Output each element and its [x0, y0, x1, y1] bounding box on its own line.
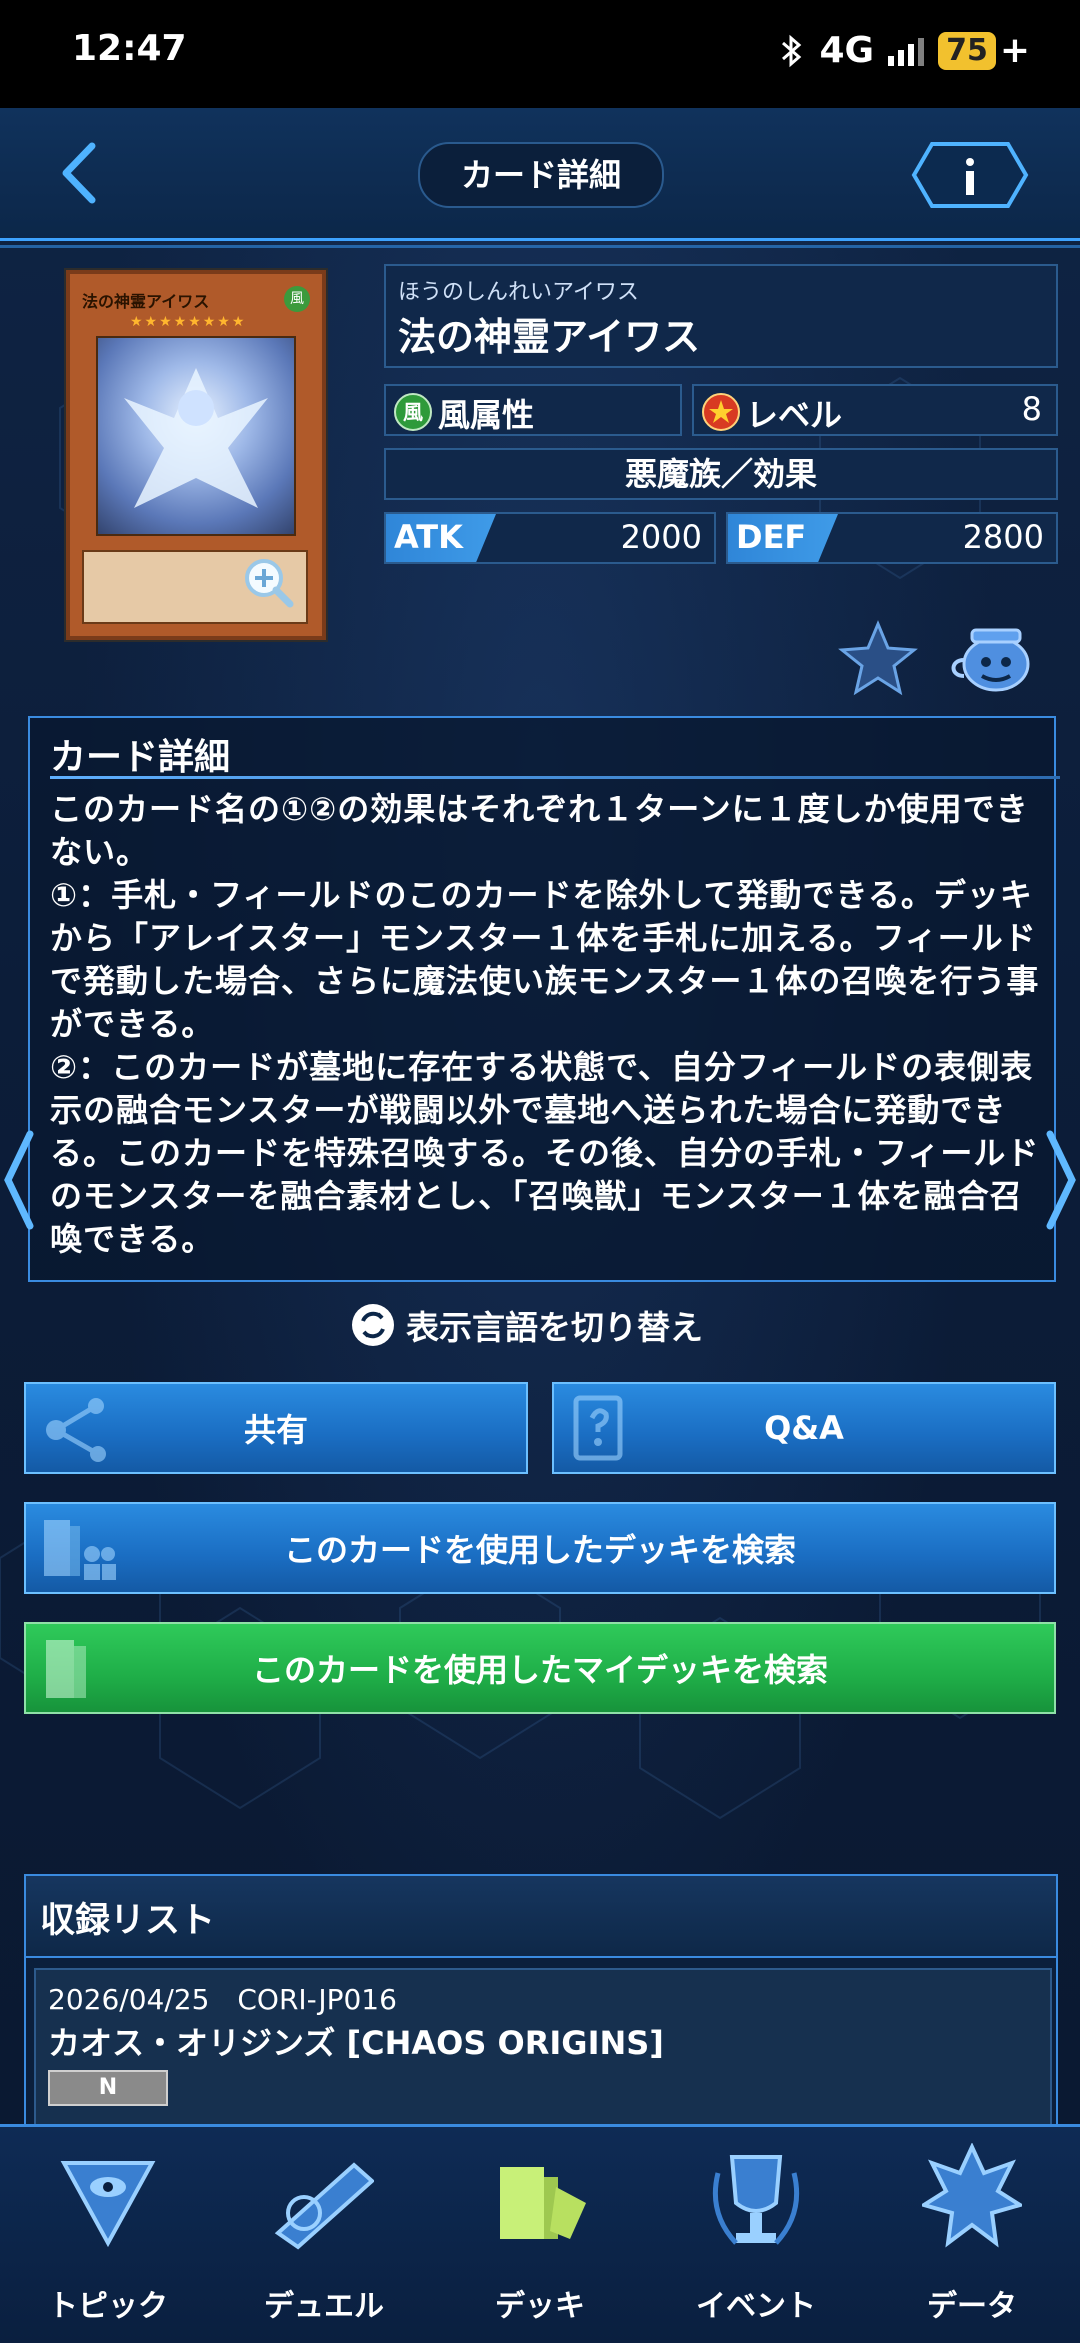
- signal-icon: [888, 36, 925, 66]
- bluetooth-icon: [782, 34, 802, 67]
- share-label: 共有: [243, 1411, 308, 1449]
- level-star-icon: [702, 393, 740, 431]
- next-card-arrow-icon[interactable]: [1040, 1128, 1080, 1232]
- nav-item-data[interactable]: データ: [864, 2143, 1080, 2333]
- qa-icon: [573, 1395, 623, 1461]
- deck-icon: [500, 2167, 586, 2239]
- level-label: レベル: [746, 396, 843, 434]
- atk-box: ATK 2000: [384, 512, 716, 564]
- card-image-name: 法の神霊アイワス: [82, 292, 210, 311]
- battery-icon: 75: [938, 31, 996, 70]
- wind-attribute-icon: 風: [394, 393, 432, 431]
- prev-card-arrow-icon[interactable]: [0, 1128, 40, 1232]
- switch-language-icon: [352, 1304, 394, 1346]
- release-date-code: 2026/04/25 CORI-JP016: [48, 1983, 397, 2016]
- level-value: 8: [1021, 390, 1042, 428]
- mydeck-search-button[interactable]: このカードを使用したマイデッキを検索: [24, 1622, 1056, 1714]
- card-name-box: ほうのしんれいアイワス 法の神霊アイワス: [384, 264, 1058, 368]
- def-box: DEF 2800: [726, 512, 1058, 564]
- card-art: [96, 336, 296, 536]
- attribute-box: 風 風属性: [384, 384, 682, 436]
- deck-users-icon: [44, 1520, 116, 1580]
- def-value: 2800: [962, 518, 1044, 556]
- description-divider: [50, 776, 1060, 779]
- nav-item-deck[interactable]: デッキ: [432, 2143, 648, 2333]
- language-switch[interactable]: 表示言語を切り替え: [352, 1300, 703, 1350]
- event-icon: [712, 2155, 800, 2245]
- deck-search-button[interactable]: このカードを使用したデッキを検索: [24, 1502, 1056, 1594]
- card-art-figure: [124, 368, 268, 508]
- atk-label: ATK: [394, 518, 463, 556]
- favorite-star-icon[interactable]: [838, 620, 918, 696]
- status-time: 12:47: [72, 28, 187, 69]
- description-title: カード詳細: [50, 737, 231, 778]
- release-list-header: 収録リスト: [26, 1876, 1056, 1958]
- qa-button[interactable]: Q&A: [552, 1382, 1056, 1474]
- card-image-attribute: 風: [284, 286, 310, 312]
- info-icon[interactable]: [910, 140, 1030, 210]
- card-description-panel[interactable]: カード詳細 このカード名の①②の効果はそれぞれ１ターンに１度しか使用できない。 …: [28, 716, 1060, 1282]
- nav-item-event[interactable]: イベント: [648, 2143, 864, 2333]
- my-deck-icon: [46, 1640, 86, 1698]
- card-kana: ほうのしんれいアイワス: [398, 280, 639, 305]
- nav-label-duel: デュエル: [264, 2289, 384, 2324]
- nav-item-topic[interactable]: トピック: [0, 2143, 216, 2333]
- nav-label-event: イベント: [696, 2289, 816, 2324]
- back-icon[interactable]: [52, 138, 112, 208]
- nav-item-duel[interactable]: デュエル: [216, 2143, 432, 2333]
- nav-label-topic: トピック: [48, 2289, 168, 2324]
- mydeck-search-label: このカードを使用したマイデッキを検索: [251, 1651, 828, 1689]
- duel-icon: [274, 2162, 374, 2250]
- release-pack-name: カオス・オリジンズ [CHAOS ORIGINS]: [48, 2024, 664, 2062]
- data-icon: [922, 2143, 1022, 2248]
- header: カード詳細: [0, 108, 1080, 248]
- network-label: 4G: [819, 30, 875, 71]
- release-list: 収録リスト 2026/04/25 CORI-JP016 カオス・オリジンズ [C…: [24, 1874, 1058, 2130]
- status-bar: 12:47 4G 75 +: [0, 0, 1080, 108]
- card-type: 悪魔族／効果: [384, 448, 1058, 500]
- atk-value: 2000: [620, 518, 702, 556]
- topic-icon: [60, 2161, 156, 2248]
- zoom-icon[interactable]: [240, 554, 296, 610]
- nav-label-data: データ: [927, 2289, 1017, 2324]
- level-box: レベル 8: [692, 384, 1058, 436]
- description-text: このカード名の①②の効果はそれぞれ１ターンに１度しか使用できない。 ①：手札・フ…: [50, 790, 1040, 1258]
- def-label: DEF: [736, 518, 807, 556]
- language-switch-label: 表示言語を切り替え: [406, 1308, 703, 1347]
- card-name: 法の神霊アイワス: [398, 315, 701, 359]
- deck-search-label: このカードを使用したデッキを検索: [283, 1531, 796, 1569]
- rarity-badge: N: [48, 2070, 168, 2106]
- qa-label: Q&A: [764, 1409, 844, 1447]
- page-title: カード詳細: [418, 142, 664, 208]
- pot-icon[interactable]: [950, 620, 1040, 696]
- charging-icon: +: [999, 30, 1030, 71]
- status-icons: 4G 75 +: [779, 30, 1030, 71]
- share-icon: [46, 1398, 106, 1462]
- release-list-title: 収録リスト: [40, 1901, 216, 1941]
- card-image[interactable]: 法の神霊アイワス 風 ★★★★★★★★: [66, 270, 326, 640]
- list-item[interactable]: 2026/04/25 CORI-JP016 カオス・オリジンズ [CHAOS O…: [34, 1968, 1052, 2130]
- attribute-label: 風属性: [438, 396, 535, 434]
- card-image-stars: ★★★★★★★★: [130, 314, 247, 330]
- share-button[interactable]: 共有: [24, 1382, 528, 1474]
- bottom-nav: トピック デュエル デッキ イベント データ: [0, 2124, 1080, 2343]
- nav-label-deck: デッキ: [495, 2289, 585, 2324]
